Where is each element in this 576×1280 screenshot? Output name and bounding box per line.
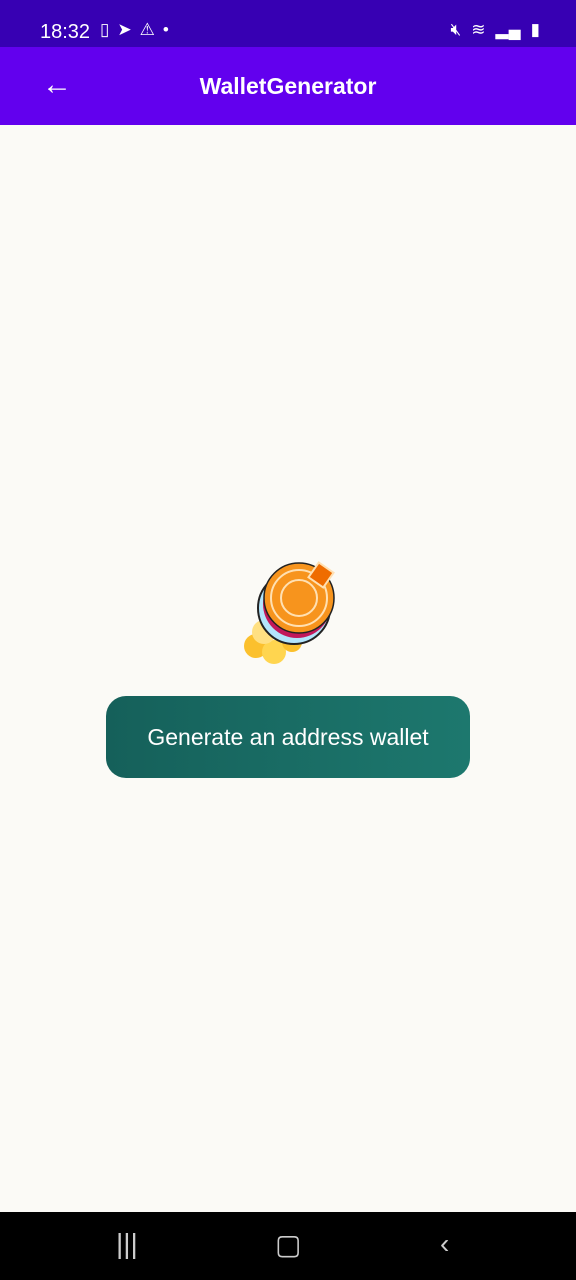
signal-icon: ▂▄ [495,20,521,39]
page-title: WalletGenerator [199,73,377,99]
wifi-icon: ≋ [471,20,486,39]
recents-icon[interactable]: ||| [116,1228,138,1260]
status-time: 18:32 [40,21,91,43]
dot-icon: • [162,20,169,39]
warning-icon: ⚠ [139,20,155,39]
telegram-icon: ➤ [117,20,132,39]
generate-wallet-button[interactable]: Generate an address wallet [106,696,470,778]
phone-info-icon: ▯ [100,20,110,39]
home-icon[interactable]: ▢ [275,1228,301,1261]
app-bar: ← WalletGenerator [0,47,576,125]
mute-icon: 🔇︎ [450,20,462,39]
battery-icon: ▮ [530,20,540,39]
navigation-bar: ||| ▢ ‹ [0,1212,576,1280]
status-bar: 18:32 ▯ ➤ ⚠ • 🔇︎ ≋ ▂▄ ▮ [0,0,576,47]
coin-rocket-icon [244,561,335,664]
back-nav-icon[interactable]: ‹ [440,1228,449,1260]
